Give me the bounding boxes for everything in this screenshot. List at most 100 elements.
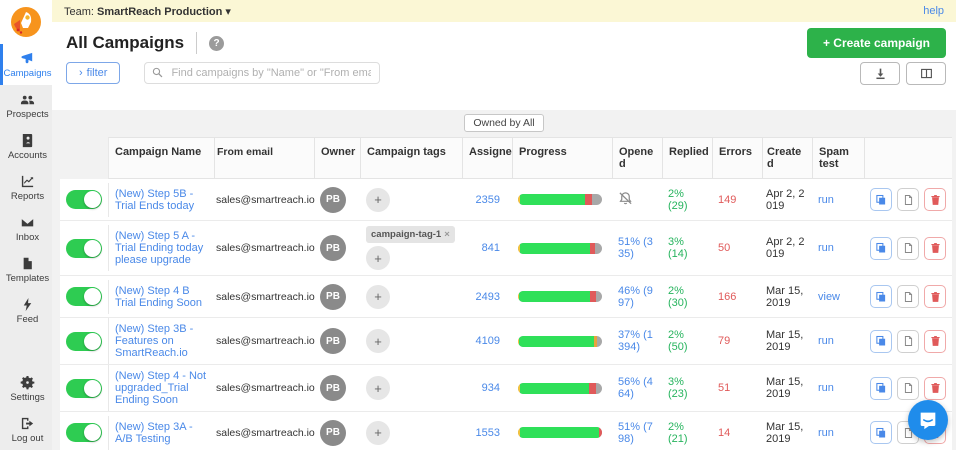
campaign-enabled-toggle[interactable] xyxy=(66,331,102,351)
opened-count-link[interactable]: 37% (1394) xyxy=(618,329,653,353)
opened-count-link[interactable]: 56% (464) xyxy=(618,376,653,400)
page-title: All Campaigns xyxy=(66,33,185,52)
assigned-count-link[interactable]: 2493 xyxy=(476,291,500,303)
add-tag-button[interactable]: + xyxy=(366,420,390,445)
sidebar-item-accounts[interactable]: Accounts xyxy=(0,126,52,167)
remove-tag-icon[interactable]: × xyxy=(444,229,450,240)
trash-icon xyxy=(930,194,940,205)
report-button[interactable] xyxy=(897,329,919,353)
assigned-cell: 841 xyxy=(462,237,512,259)
columns-button[interactable] xyxy=(906,62,946,85)
campaign-name-link[interactable]: (New) Step 5 A - Trial Ending today plea… xyxy=(115,230,203,266)
assigned-count-link[interactable]: 934 xyxy=(482,382,500,394)
sidebar-item-logout[interactable]: Log out xyxy=(0,409,52,450)
sidebar-item-inbox[interactable]: Inbox xyxy=(0,208,52,249)
campaign-enabled-toggle[interactable] xyxy=(66,238,102,258)
app-logo[interactable] xyxy=(0,0,52,44)
table-row: (New) Step 5B - Trial Ends today sales@s… xyxy=(60,179,952,221)
add-tag-button[interactable]: + xyxy=(366,284,390,309)
spam-test-link[interactable]: run xyxy=(818,427,834,439)
bell-slash-icon xyxy=(619,191,632,204)
team-selector[interactable]: Team: SmartReach Production ▾ xyxy=(64,5,231,18)
report-button[interactable] xyxy=(897,285,919,308)
errors-cell: 166 xyxy=(712,286,762,308)
table-body: (New) Step 5B - Trial Ends today sales@s… xyxy=(60,179,952,450)
filter-button[interactable]: › filter xyxy=(66,62,121,84)
campaign-enabled-toggle[interactable] xyxy=(66,378,102,398)
report-button[interactable] xyxy=(897,188,919,211)
chat-launcher[interactable] xyxy=(908,400,948,440)
sidebar-item-feed[interactable]: Feed xyxy=(0,290,52,331)
add-tag-button[interactable]: + xyxy=(366,376,390,400)
campaign-name-link[interactable]: (New) Step 3A - A/B Testing xyxy=(115,421,193,445)
name-cell: (New) Step 4 B Trial Ending Soon xyxy=(108,279,214,314)
name-cell: (New) Step 3A - A/B Testing xyxy=(108,415,214,450)
campaign-tag[interactable]: campaign-tag-1 × xyxy=(366,226,455,243)
spam-test-link[interactable]: run xyxy=(818,335,834,347)
help-link[interactable]: help xyxy=(923,5,944,17)
sidebar-item-campaigns[interactable]: Campaigns xyxy=(0,44,52,85)
question-icon[interactable]: ? xyxy=(209,35,225,51)
campaign-enabled-toggle[interactable] xyxy=(66,287,102,306)
progress-segment xyxy=(519,242,591,254)
delete-campaign-button[interactable] xyxy=(924,285,946,308)
replied-value: 2% (21) xyxy=(668,420,688,445)
spam-cell: view xyxy=(812,286,864,308)
duplicate-campaign-button[interactable] xyxy=(870,376,892,400)
campaign-enabled-toggle[interactable] xyxy=(66,190,102,209)
opened-cell: 46% (997) xyxy=(612,280,662,314)
search-input[interactable] xyxy=(144,62,381,84)
replied-cell: 2% (30) xyxy=(662,280,712,314)
delete-campaign-button[interactable] xyxy=(924,376,946,400)
spam-test-link[interactable]: run xyxy=(818,242,834,254)
sidebar-item-settings[interactable]: Settings xyxy=(0,368,52,409)
gear-icon xyxy=(20,375,35,389)
spam-test-link[interactable]: run xyxy=(818,194,834,206)
delete-campaign-button[interactable] xyxy=(924,329,946,353)
assigned-count-link[interactable]: 4109 xyxy=(476,335,500,347)
opened-cell: 37% (1394) xyxy=(612,324,662,358)
add-tag-button[interactable]: + xyxy=(366,187,390,212)
spam-test-link[interactable]: view xyxy=(818,291,840,303)
column-header-replied: Replied xyxy=(662,137,712,179)
owned-by-badge[interactable]: Owned by All xyxy=(464,114,544,132)
assigned-count-link[interactable]: 841 xyxy=(482,242,500,254)
campaign-enabled-toggle[interactable] xyxy=(66,423,102,442)
duplicate-campaign-button[interactable] xyxy=(870,236,892,260)
delete-campaign-button[interactable] xyxy=(924,188,946,211)
divider xyxy=(196,32,198,54)
campaign-name-link[interactable]: (New) Step 5B - Trial Ends today xyxy=(115,188,194,212)
create-campaign-button[interactable]: + Create campaign xyxy=(806,28,946,58)
replied-value: 3% (23) xyxy=(668,376,688,400)
owner-cell: PB xyxy=(314,230,360,266)
copy-icon xyxy=(876,427,886,437)
add-tag-button[interactable]: + xyxy=(366,329,390,353)
duplicate-campaign-button[interactable] xyxy=(870,285,892,308)
sidebar-item-reports[interactable]: Reports xyxy=(0,167,52,208)
duplicate-campaign-button[interactable] xyxy=(870,329,892,353)
add-tag-button[interactable]: + xyxy=(366,246,390,270)
assigned-count-link[interactable]: 2359 xyxy=(476,194,500,206)
assigned-cell: 934 xyxy=(462,377,512,399)
delete-campaign-button[interactable] xyxy=(924,236,946,260)
campaign-name-link[interactable]: (New) Step 3B - Features on SmartReach.i… xyxy=(115,323,193,359)
opened-count-link[interactable]: 46% (997) xyxy=(618,285,653,309)
created-cell: Apr 2, 2019 xyxy=(762,183,812,217)
report-button[interactable] xyxy=(897,236,919,260)
opened-count-link[interactable]: 51% (335) xyxy=(618,236,653,260)
sidebar-item-templates[interactable]: Templates xyxy=(0,249,52,290)
campaign-name-link[interactable]: (New) Step 4 B Trial Ending Soon xyxy=(115,285,202,309)
duplicate-campaign-button[interactable] xyxy=(870,188,892,211)
duplicate-campaign-button[interactable] xyxy=(870,421,892,444)
download-button[interactable] xyxy=(860,62,900,85)
tags-cell: + xyxy=(360,280,462,314)
progress-bar xyxy=(518,427,602,438)
sidebar-item-prospects[interactable]: Prospects xyxy=(0,85,52,126)
campaign-name-link[interactable]: (New) Step 4 - Not upgraded_Trial Ending… xyxy=(115,370,206,406)
created-cell: Mar 15, 2019 xyxy=(762,280,812,314)
spam-test-link[interactable]: run xyxy=(818,382,834,394)
report-button[interactable] xyxy=(897,376,919,400)
assigned-count-link[interactable]: 1553 xyxy=(476,427,500,439)
column-header-tags: Campaign tags xyxy=(360,137,462,179)
opened-count-link[interactable]: 51% (798) xyxy=(618,421,653,445)
